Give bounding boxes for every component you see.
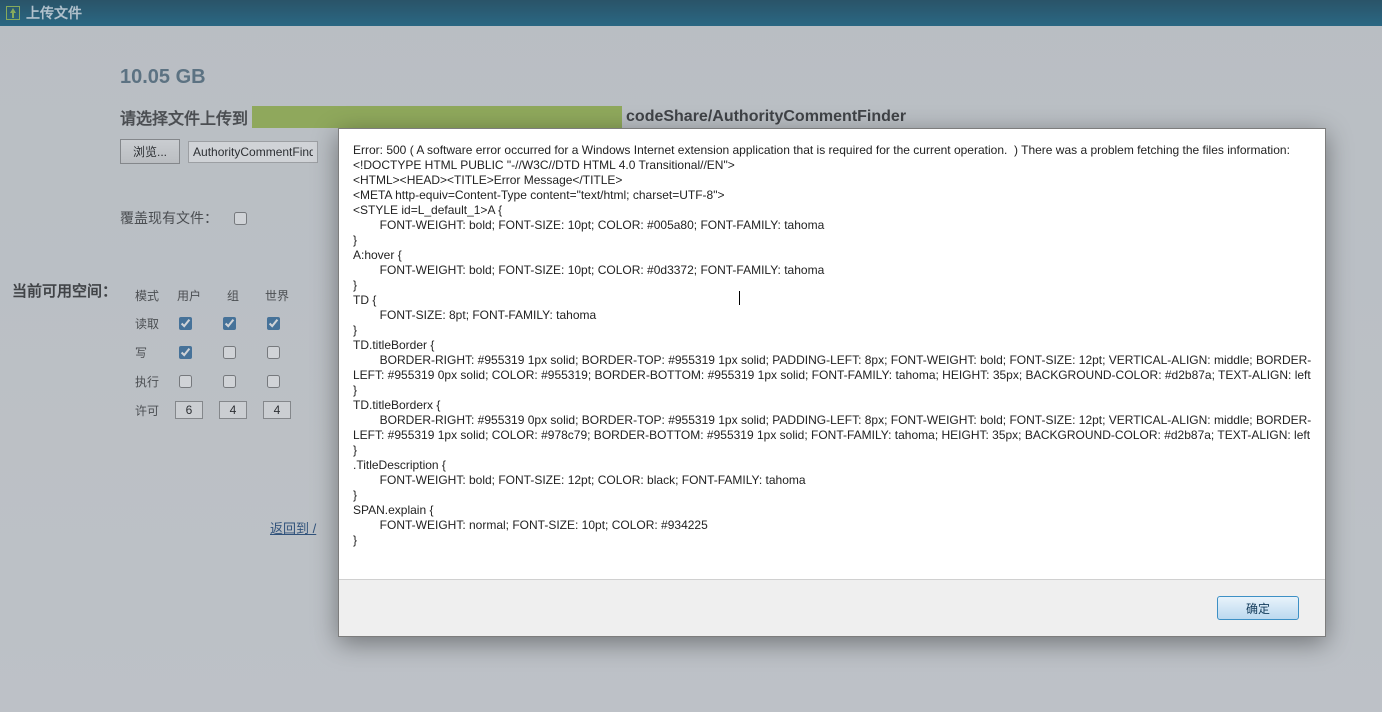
error-text: Error: 500 ( A software error occurred f… bbox=[353, 143, 1317, 548]
error-dialog: Error: 500 ( A software error occurred f… bbox=[338, 128, 1326, 637]
text-caret-icon bbox=[739, 291, 740, 305]
ok-button[interactable]: 确定 bbox=[1217, 596, 1299, 620]
error-dialog-body[interactable]: Error: 500 ( A software error occurred f… bbox=[339, 129, 1325, 579]
error-dialog-footer: 确定 bbox=[339, 579, 1325, 636]
